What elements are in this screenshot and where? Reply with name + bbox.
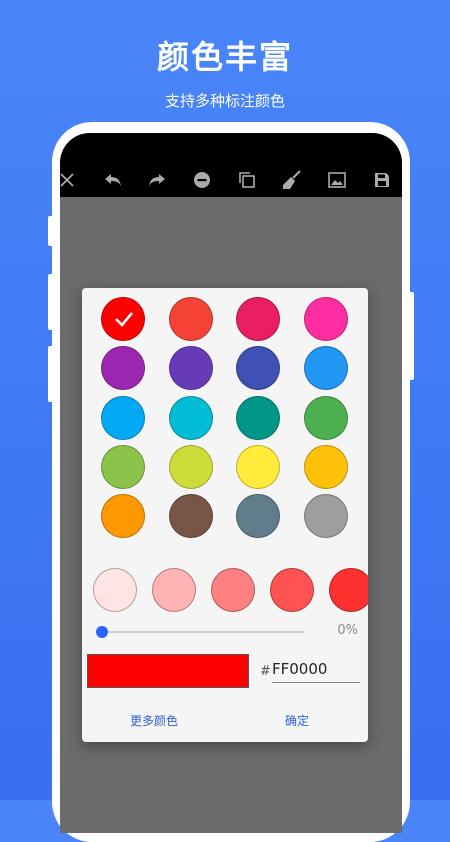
hex-input[interactable]	[272, 658, 360, 683]
minus-circle-icon[interactable]	[191, 169, 213, 191]
phone-side-button	[48, 346, 54, 402]
save-icon[interactable]	[371, 169, 393, 191]
undo-icon[interactable]	[102, 169, 124, 191]
shade-swatch[interactable]	[211, 568, 255, 612]
hex-hash: #	[260, 664, 271, 679]
opacity-slider-thumb[interactable]	[96, 626, 108, 638]
opacity-percent: 0%	[337, 623, 358, 638]
image-icon[interactable]	[326, 169, 348, 191]
close-icon[interactable]	[60, 169, 78, 191]
phone-side-button	[48, 216, 54, 246]
more-colors-button[interactable]: 更多颜色	[130, 712, 178, 729]
phone-side-button	[48, 274, 54, 330]
opacity-slider-track[interactable]	[102, 631, 304, 633]
page-title: 颜色丰富	[156, 38, 293, 76]
copy-icon[interactable]	[236, 169, 258, 191]
color-preview	[87, 654, 249, 688]
color-picker-dialog: 0% # 更多颜色 确定	[82, 288, 368, 742]
page-subtitle: 支持多种标注颜色	[164, 92, 285, 110]
shade-swatch[interactable]	[270, 568, 314, 612]
toolbar	[60, 133, 402, 197]
confirm-button[interactable]: 确定	[285, 712, 309, 729]
phone-side-button	[408, 292, 414, 380]
shade-swatch[interactable]	[93, 568, 137, 612]
shade-swatch[interactable]	[152, 568, 196, 612]
shade-swatch[interactable]	[329, 568, 368, 612]
broom-icon[interactable]	[281, 169, 303, 191]
redo-icon[interactable]	[146, 169, 168, 191]
